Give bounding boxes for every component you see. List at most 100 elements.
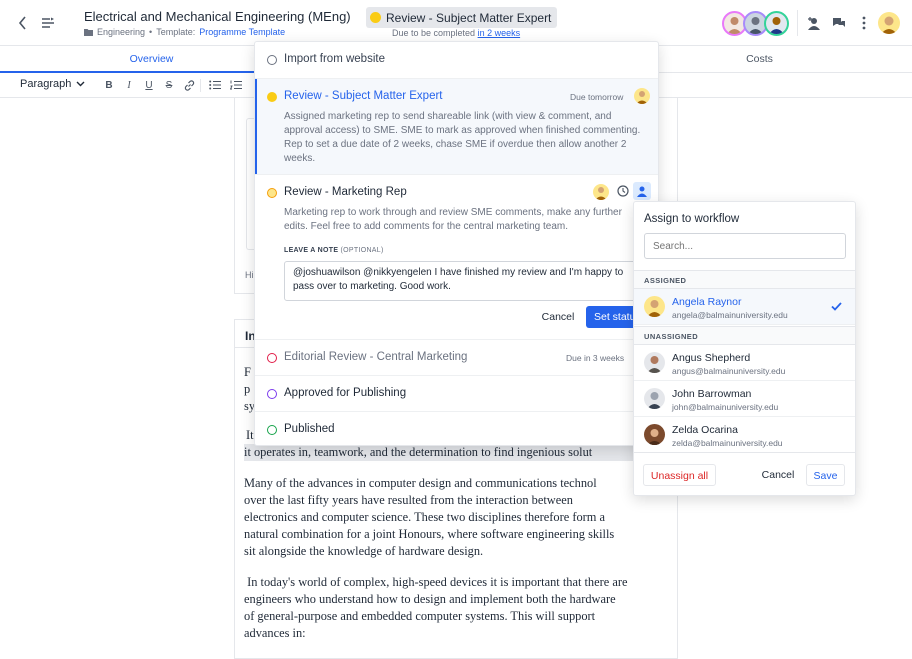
option-label: Review - Marketing Rep bbox=[284, 186, 407, 198]
status-ring-icon bbox=[267, 55, 277, 65]
paragraph-line: over the last fifty years have resulted … bbox=[244, 493, 573, 507]
note-cancel-button[interactable]: Cancel bbox=[535, 306, 581, 328]
assign-cancel-button[interactable]: Cancel bbox=[758, 464, 798, 486]
paragraph-line: sit alongside the knowledge of hardware … bbox=[244, 544, 484, 558]
paragraph-line: electronics and computer science. These … bbox=[244, 510, 606, 524]
status-ring-icon bbox=[267, 353, 277, 363]
status-ring-icon bbox=[267, 389, 277, 399]
user-row-unassigned[interactable]: Zelda Ocarina zelda@balmainuniversity.ed… bbox=[634, 417, 855, 453]
avatar bbox=[644, 424, 665, 445]
paragraph-style-select[interactable]: Paragraph bbox=[20, 78, 85, 90]
paragraph[interactable]: Many of the advances in computer design … bbox=[244, 475, 614, 560]
panel-title: Assign to workflow bbox=[644, 213, 740, 225]
status-dot-icon bbox=[267, 92, 277, 102]
paragraph-line: In today's world of complex, high-speed … bbox=[244, 575, 628, 589]
assigned-section-header: ASSIGNED bbox=[634, 270, 855, 289]
paragraph-line: natural combination for a joint Honours,… bbox=[244, 527, 615, 541]
underline-icon[interactable]: U bbox=[141, 77, 157, 93]
user-email: angus@balmainuniversity.edu bbox=[672, 366, 786, 376]
user-row-assigned[interactable]: Angela Raynor angela@balmainuniversity.e… bbox=[634, 289, 855, 325]
option-description: Assigned marketing rep to send shareable… bbox=[284, 111, 641, 164]
user-search-input[interactable] bbox=[644, 233, 846, 259]
card-footer-fragment: Hi bbox=[245, 270, 254, 280]
option-label: Published bbox=[284, 423, 335, 435]
chevron-down-icon bbox=[76, 81, 85, 87]
due-link[interactable]: in 2 weeks bbox=[478, 28, 521, 38]
divider bbox=[797, 10, 798, 36]
due-prefix: Due to be completed bbox=[392, 28, 476, 38]
workflow-option-approved[interactable]: Approved for Publishing bbox=[255, 375, 658, 411]
app-header: Electrical and Mechanical Engineering (M… bbox=[0, 0, 912, 46]
active-indicator bbox=[255, 79, 257, 175]
user-email: john@balmainuniversity.edu bbox=[672, 402, 779, 412]
option-label: Editorial Review - Central Marketing bbox=[284, 351, 468, 363]
breadcrumb-separator: • bbox=[149, 27, 153, 37]
paragraph-line: advances in: bbox=[244, 626, 306, 640]
italic-icon[interactable]: I bbox=[121, 77, 137, 93]
outline-menu-icon[interactable] bbox=[38, 13, 58, 33]
workflow-option-marketing[interactable]: Review - Marketing Rep Marketing rep to … bbox=[255, 174, 658, 339]
paragraph-line: engineers who understand how to design a… bbox=[244, 592, 616, 606]
status-ring-icon bbox=[267, 188, 277, 198]
paragraph[interactable]: In today's world of complex, high-speed … bbox=[244, 574, 627, 642]
template-prefix: Template: bbox=[156, 27, 196, 37]
workflow-option-import[interactable]: Import from website bbox=[255, 42, 658, 78]
workflow-option-editorial[interactable]: Editorial Review - Central Marketing Due… bbox=[255, 339, 658, 375]
user-email: zelda@balmainuniversity.edu bbox=[672, 438, 783, 448]
workflow-status-dropdown: Import from website Review - Subject Mat… bbox=[254, 41, 659, 446]
note-label: LEAVE A NOTE (OPTIONAL) bbox=[284, 247, 384, 254]
paragraph-style-label: Paragraph bbox=[20, 78, 72, 90]
paragraph-line: Many of the advances in computer design … bbox=[244, 476, 597, 490]
text-fragment[interactable]: It bbox=[246, 427, 254, 444]
unassigned-section-header: UNASSIGNED bbox=[634, 326, 855, 345]
text-fragment[interactable]: F bbox=[244, 364, 251, 381]
breadcrumb: Engineering • Template: Programme Templa… bbox=[84, 27, 285, 37]
document-title: Electrical and Mechanical Engineering (M… bbox=[84, 9, 351, 24]
status-label: Review - Subject Matter Expert bbox=[386, 10, 552, 25]
numbered-list-icon[interactable] bbox=[228, 77, 244, 93]
bullet-list-icon[interactable] bbox=[207, 77, 223, 93]
due-text: Due in 3 weeks bbox=[566, 353, 625, 363]
folder-icon bbox=[84, 28, 93, 36]
user-row-unassigned[interactable]: John Barrowman john@balmainuniversity.ed… bbox=[634, 381, 855, 417]
add-user-icon[interactable] bbox=[804, 13, 824, 33]
user-row-unassigned[interactable]: Angus Shepherd angus@balmainuniversity.e… bbox=[634, 345, 855, 381]
comments-icon[interactable] bbox=[829, 13, 849, 33]
assign-save-button[interactable]: Save bbox=[806, 464, 845, 486]
user-email: angela@balmainuniversity.edu bbox=[672, 310, 788, 320]
avatar bbox=[644, 352, 665, 373]
clock-icon[interactable] bbox=[617, 185, 629, 197]
avatar bbox=[644, 388, 665, 409]
folder-name[interactable]: Engineering bbox=[97, 27, 145, 37]
unassign-all-button[interactable]: Unassign all bbox=[643, 464, 716, 486]
strikethrough-icon[interactable]: S bbox=[161, 77, 177, 93]
avatar bbox=[644, 296, 665, 317]
workflow-option-sme[interactable]: Review - Subject Matter Expert Due tomor… bbox=[255, 78, 658, 175]
template-link[interactable]: Programme Template bbox=[199, 27, 285, 37]
assignee-avatar bbox=[593, 184, 609, 200]
status-dot-icon bbox=[370, 12, 381, 23]
text-fragment[interactable]: p bbox=[244, 381, 250, 398]
workflow-status-button[interactable]: Review - Subject Matter Expert bbox=[366, 7, 558, 28]
assignee-avatar bbox=[634, 88, 650, 104]
link-icon[interactable] bbox=[181, 77, 197, 93]
user-name: Angus Shepherd bbox=[672, 352, 751, 364]
option-label: Approved for Publishing bbox=[284, 387, 407, 399]
current-user-avatar[interactable] bbox=[878, 12, 900, 34]
option-label: Import from website bbox=[284, 53, 385, 65]
assign-to-workflow-panel: Assign to workflow ASSIGNED Angela Rayno… bbox=[633, 201, 856, 496]
bold-icon[interactable]: B bbox=[101, 77, 117, 93]
option-label: Review - Subject Matter Expert bbox=[284, 90, 443, 102]
workflow-option-published[interactable]: Published bbox=[255, 411, 658, 445]
more-options-icon[interactable] bbox=[854, 13, 874, 33]
paragraph-line: of general-purpose and embedded computer… bbox=[244, 609, 596, 623]
assign-user-icon[interactable] bbox=[633, 182, 651, 200]
paragraph-line[interactable]: it operates in, teamwork, and the determ… bbox=[244, 444, 592, 461]
user-name: Zelda Ocarina bbox=[672, 424, 738, 436]
note-textarea[interactable]: @joshuawilson @nikkyengelen I have finis… bbox=[284, 261, 646, 301]
check-icon bbox=[831, 302, 842, 311]
option-description: Marketing rep to work through and review… bbox=[284, 207, 622, 232]
user-name: John Barrowman bbox=[672, 388, 752, 400]
back-chevron-icon[interactable] bbox=[13, 13, 33, 33]
status-ring-icon bbox=[267, 425, 277, 435]
